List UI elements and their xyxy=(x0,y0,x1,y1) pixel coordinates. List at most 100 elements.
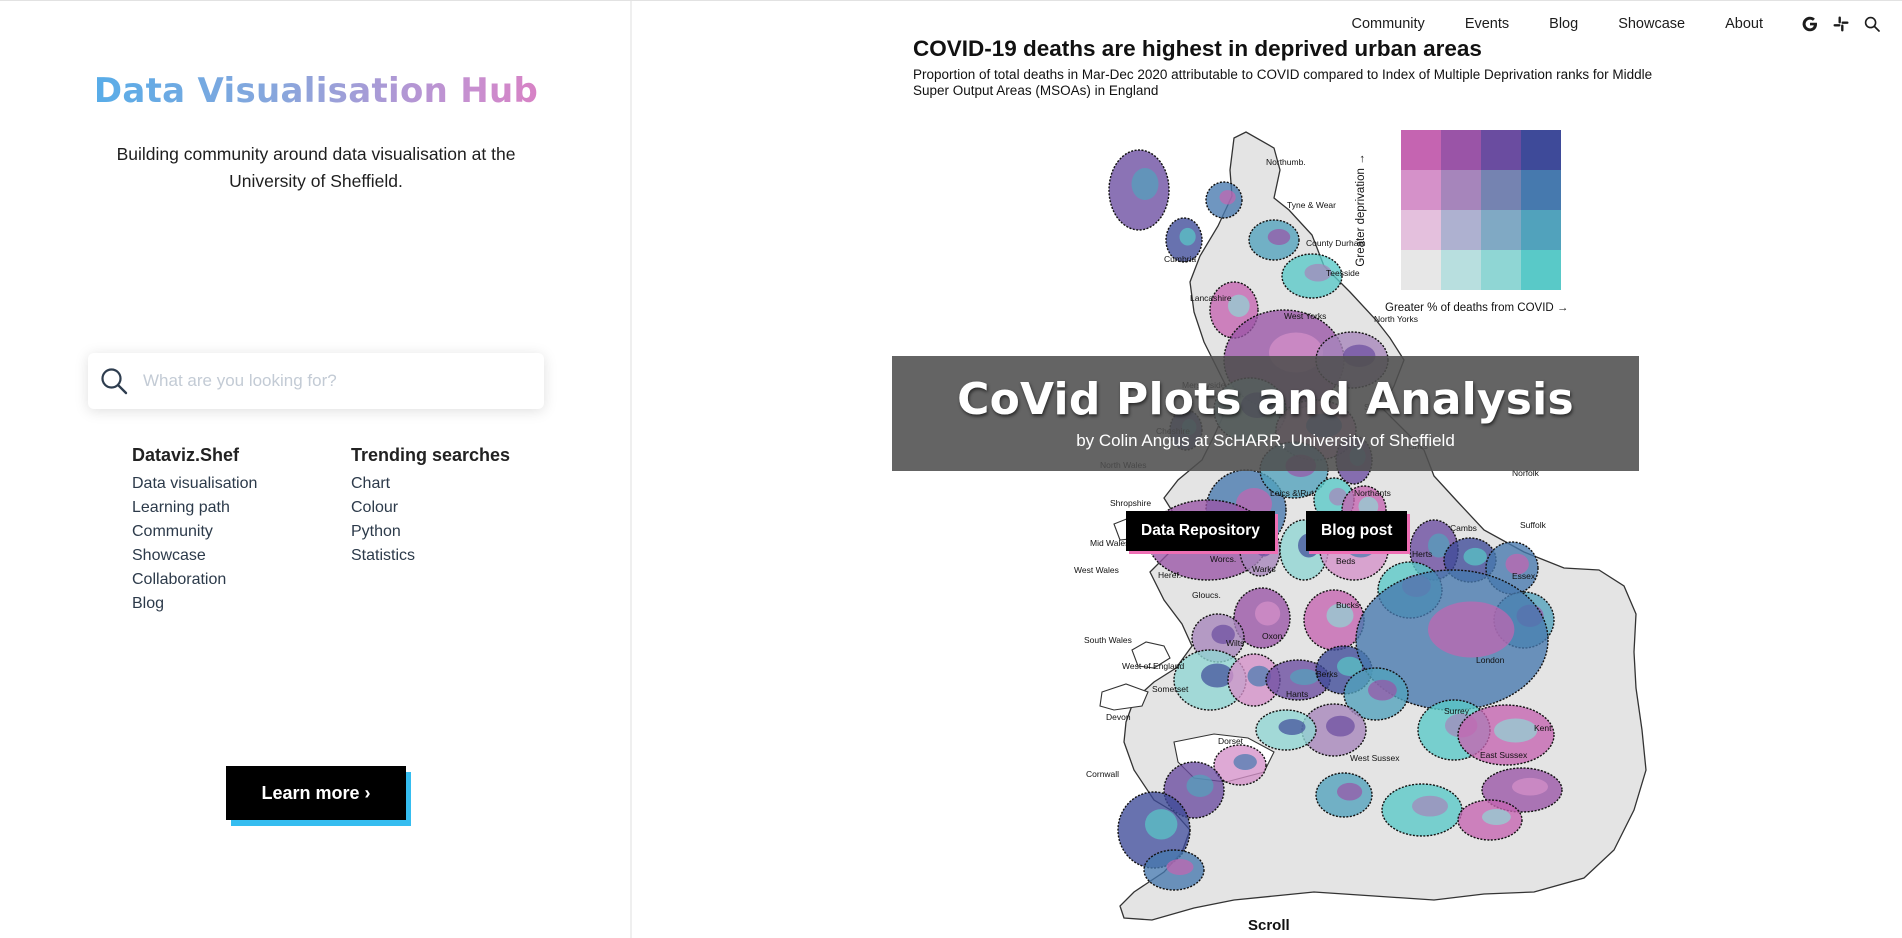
region-label: Warks xyxy=(1252,564,1276,574)
urban-cluster-detail xyxy=(1482,809,1511,825)
data-repository-wrapper: Data Repository xyxy=(1126,511,1278,554)
wales-outline-west xyxy=(1099,683,1149,711)
region-label: London xyxy=(1476,655,1505,665)
hero-title: CoVid Plots and Analysis xyxy=(957,374,1574,425)
region-label: North Yorks xyxy=(1374,314,1418,324)
search-box[interactable] xyxy=(88,353,544,409)
legend-cell xyxy=(1401,130,1441,170)
trending-colour[interactable]: Colour xyxy=(351,496,510,520)
trending-statistics[interactable]: Statistics xyxy=(351,544,510,568)
urban-cluster-detail xyxy=(1412,795,1448,817)
learn-more-wrapper: Learn more › xyxy=(226,766,411,826)
scroll-label[interactable]: Scroll xyxy=(1248,917,1290,934)
trending-python[interactable]: Python xyxy=(351,520,510,544)
region-label: Surrey xyxy=(1444,706,1470,716)
region-label: Devon xyxy=(1106,712,1131,722)
region-label: Dorset xyxy=(1218,736,1244,746)
region-label: Lancashire xyxy=(1190,293,1232,303)
region-label: West of England xyxy=(1122,661,1184,671)
link-data-visualisation[interactable]: Data visualisation xyxy=(132,472,257,496)
region-label: West Yorks xyxy=(1284,311,1326,321)
region-label: Essex xyxy=(1512,571,1536,581)
england-map: Northumb.Tyne & WearCounty DurhamCumbria… xyxy=(1074,131,1647,921)
urban-cluster-detail xyxy=(1428,601,1515,658)
legend-cell xyxy=(1481,250,1521,290)
urban-cluster-detail xyxy=(1337,782,1363,801)
region-label: Hants xyxy=(1286,689,1308,699)
link-collaboration[interactable]: Collaboration xyxy=(132,568,257,592)
site-title[interactable]: Data Visualisation Hub xyxy=(0,71,632,111)
trending-chart[interactable]: Chart xyxy=(351,472,510,496)
urban-cluster-detail xyxy=(1166,859,1194,875)
region-label: Wilts xyxy=(1226,638,1244,648)
region-label: Bucks xyxy=(1336,600,1359,610)
urban-cluster-detail xyxy=(1145,809,1178,840)
region-label: Northumb. xyxy=(1266,157,1306,167)
legend-grid xyxy=(1401,130,1561,290)
region-label: Cornwall xyxy=(1086,769,1119,779)
nav-about[interactable]: About xyxy=(1725,16,1763,32)
region-label: Leics &\Rut. xyxy=(1270,488,1316,498)
region-label: East Sussex xyxy=(1480,750,1528,760)
link-showcase[interactable]: Showcase xyxy=(132,544,257,568)
legend-cell xyxy=(1441,130,1481,170)
region-label: Cumbria xyxy=(1164,254,1196,264)
region-label: Heref. xyxy=(1158,570,1181,580)
legend-cell xyxy=(1401,250,1441,290)
region-label: Shropshire xyxy=(1110,498,1151,508)
search-icon[interactable] xyxy=(1863,16,1880,33)
urban-cluster-detail xyxy=(1233,754,1257,770)
urban-cluster-detail xyxy=(1255,601,1281,626)
legend-x-label: Greater % of deaths from COVID → xyxy=(1385,302,1569,314)
map-title: COVID-19 deaths are highest in deprived … xyxy=(913,36,1482,61)
blog-post-wrapper: Blog post xyxy=(1306,511,1411,554)
region-label: Beds xyxy=(1336,556,1355,566)
legend-cell xyxy=(1441,210,1481,250)
urban-cluster-detail xyxy=(1219,190,1236,205)
nav-events[interactable]: Events xyxy=(1465,16,1509,32)
nav-showcase[interactable]: Showcase xyxy=(1618,16,1685,32)
dataviz-heading: Dataviz.Shef xyxy=(132,445,240,465)
legend-cell xyxy=(1481,210,1521,250)
region-label: West Sussex xyxy=(1350,753,1400,763)
legend-cell xyxy=(1401,170,1441,210)
nav-blog[interactable]: Blog xyxy=(1549,16,1578,32)
trending-links: Trending searches Chart Colour Python St… xyxy=(351,445,510,568)
urban-cluster-detail xyxy=(1512,777,1548,796)
top-nav: Community Events Blog Showcase About xyxy=(1351,12,1880,36)
trending-heading: Trending searches xyxy=(351,445,511,465)
legend-cell xyxy=(1481,170,1521,210)
nav-community[interactable]: Community xyxy=(1351,16,1424,32)
region-label: Mid Wales xyxy=(1090,538,1129,548)
legend-cell xyxy=(1521,250,1561,290)
data-repository-button[interactable]: Data Repository xyxy=(1126,511,1275,551)
site-tagline: Building community around data visualisa… xyxy=(116,144,516,191)
region-label: Gloucs. xyxy=(1192,590,1221,600)
google-icon[interactable] xyxy=(1801,16,1818,33)
urban-cluster-detail xyxy=(1131,168,1159,200)
legend-cell xyxy=(1441,250,1481,290)
legend-cell xyxy=(1481,130,1521,170)
urban-cluster-detail xyxy=(1278,719,1306,735)
urban-cluster-detail xyxy=(1326,715,1355,737)
legend-cell xyxy=(1521,170,1561,210)
urban-cluster-detail xyxy=(1179,227,1196,246)
hero-subtitle: by Colin Angus at ScHARR, University of … xyxy=(1076,431,1455,450)
blog-post-button[interactable]: Blog post xyxy=(1306,511,1408,551)
learn-more-button[interactable]: Learn more › xyxy=(226,766,406,820)
urban-cluster-detail xyxy=(1186,774,1214,797)
link-learning-path[interactable]: Learning path xyxy=(132,496,257,520)
search-input[interactable] xyxy=(141,370,521,392)
legend-cell xyxy=(1521,130,1561,170)
link-community[interactable]: Community xyxy=(132,520,257,544)
slack-icon[interactable] xyxy=(1832,16,1849,33)
region-label: Oxon xyxy=(1262,631,1283,641)
region-label: Cambs xyxy=(1450,523,1477,533)
left-panel: Data Visualisation Hub Building communit… xyxy=(0,1,632,938)
region-label: Berks xyxy=(1316,669,1338,679)
legend-cell xyxy=(1521,210,1561,250)
map-subtitle: Proportion of total deaths in Mar-Dec 20… xyxy=(913,67,1653,98)
region-label: West Wales xyxy=(1074,565,1119,575)
region-label: South Wales xyxy=(1084,635,1132,645)
link-blog[interactable]: Blog xyxy=(132,592,257,616)
